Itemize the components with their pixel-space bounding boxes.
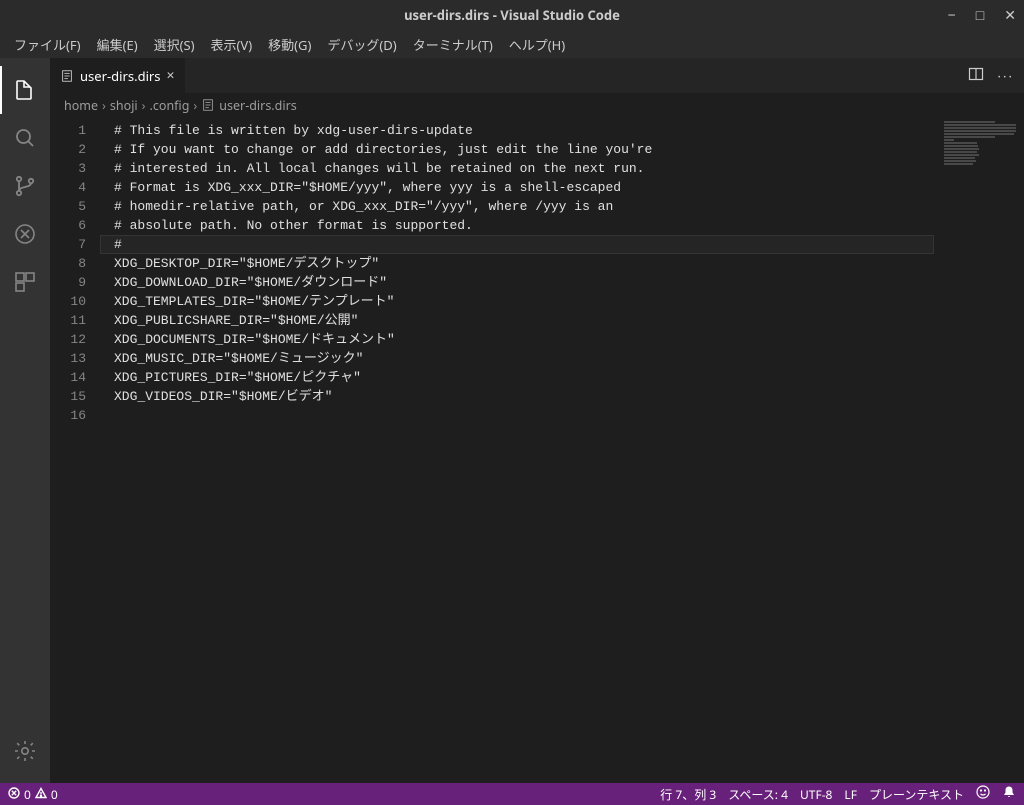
activity-source-control[interactable]	[0, 162, 50, 210]
crumb-home[interactable]: home	[64, 97, 98, 114]
window-title: user-dirs.dirs - Visual Studio Code	[404, 6, 620, 24]
files-icon	[13, 78, 37, 102]
split-editor-icon[interactable]	[968, 66, 984, 86]
code-line[interactable]: # absolute path. No other format is supp…	[100, 216, 934, 235]
bell-icon	[1002, 785, 1016, 803]
more-actions-icon[interactable]: ···	[998, 67, 1014, 85]
workspace: user-dirs.dirs × ··· home › shoji › .con…	[0, 58, 1024, 783]
line-number: 4	[50, 178, 86, 197]
menubar: ファイル(F) 編集(E) 選択(S) 表示(V) 移動(G) デバッグ(D) …	[0, 30, 1024, 58]
line-number: 7	[50, 235, 86, 254]
status-indent[interactable]: スペース: 4	[728, 786, 788, 803]
line-number: 3	[50, 159, 86, 178]
code-line[interactable]: XDG_VIDEOS_DIR="$HOME/ビデオ"	[100, 387, 934, 406]
code-line[interactable]	[100, 406, 934, 425]
warning-icon	[35, 786, 47, 803]
minimap[interactable]	[934, 117, 1024, 783]
tab-actions: ···	[958, 66, 1024, 86]
code-line[interactable]: XDG_PICTURES_DIR="$HOME/ピクチャ"	[100, 368, 934, 387]
code-line[interactable]: # interested in. All local changes will …	[100, 159, 934, 178]
line-number: 11	[50, 311, 86, 330]
code-line[interactable]: XDG_DOWNLOAD_DIR="$HOME/ダウンロード"	[100, 273, 934, 292]
status-language[interactable]: プレーンテキスト	[869, 786, 964, 803]
code-line[interactable]: # homedir-relative path, or XDG_xxx_DIR=…	[100, 197, 934, 216]
code-line[interactable]: XDG_DESKTOP_DIR="$HOME/デスクトップ"	[100, 254, 934, 273]
file-icon	[201, 98, 215, 112]
maximize-icon[interactable]: □	[976, 6, 984, 25]
line-number: 1	[50, 121, 86, 140]
breadcrumb: home › shoji › .config › user-dirs.dirs	[50, 93, 1024, 117]
crumb-file[interactable]: user-dirs.dirs	[201, 97, 296, 114]
code-line[interactable]: XDG_PUBLICSHARE_DIR="$HOME/公開"	[100, 311, 934, 330]
crumb-config[interactable]: .config	[150, 97, 190, 114]
line-number: 16	[50, 406, 86, 425]
menu-edit[interactable]: 編集(E)	[89, 31, 146, 58]
menu-selection[interactable]: 選択(S)	[146, 31, 203, 58]
menu-file[interactable]: ファイル(F)	[6, 31, 89, 58]
line-number: 12	[50, 330, 86, 349]
line-number-gutter: 12345678910111213141516	[50, 117, 100, 783]
chevron-right-icon: ›	[193, 97, 197, 114]
line-number: 6	[50, 216, 86, 235]
code-line[interactable]: # This file is written by xdg-user-dirs-…	[100, 121, 934, 140]
branch-icon	[13, 174, 37, 198]
code-line[interactable]: # Format is XDG_xxx_DIR="$HOME/yyy", whe…	[100, 178, 934, 197]
line-number: 13	[50, 349, 86, 368]
menu-help[interactable]: ヘルプ(H)	[501, 31, 573, 58]
search-icon	[13, 126, 37, 150]
code-line[interactable]: XDG_MUSIC_DIR="$HOME/ミュージック"	[100, 349, 934, 368]
code-content[interactable]: # This file is written by xdg-user-dirs-…	[100, 117, 934, 783]
status-encoding[interactable]: UTF-8	[800, 786, 832, 803]
window-controls: − □ ✕	[948, 6, 1016, 25]
code-line[interactable]: XDG_TEMPLATES_DIR="$HOME/テンプレート"	[100, 292, 934, 311]
minimize-icon[interactable]: −	[948, 6, 956, 25]
chevron-right-icon: ›	[142, 97, 146, 114]
status-notifications[interactable]	[1002, 785, 1016, 803]
status-feedback[interactable]	[976, 785, 990, 803]
editor-area: user-dirs.dirs × ··· home › shoji › .con…	[50, 58, 1024, 783]
crumb-shoji[interactable]: shoji	[110, 97, 138, 114]
tab-label: user-dirs.dirs	[80, 67, 161, 85]
line-number: 14	[50, 368, 86, 387]
menu-terminal[interactable]: ターミナル(T)	[405, 31, 501, 58]
line-number: 10	[50, 292, 86, 311]
bug-icon	[13, 222, 37, 246]
warning-count: 0	[51, 786, 58, 803]
tab-bar: user-dirs.dirs × ···	[50, 58, 1024, 93]
status-eol[interactable]: LF	[844, 786, 857, 803]
file-icon	[60, 69, 74, 83]
menu-go[interactable]: 移動(G)	[260, 31, 319, 58]
activity-explorer[interactable]	[0, 66, 50, 114]
close-icon[interactable]: ✕	[1004, 6, 1016, 25]
menu-debug[interactable]: デバッグ(D)	[319, 31, 404, 58]
status-problems[interactable]: 0 0	[8, 786, 58, 803]
error-count: 0	[24, 786, 31, 803]
activity-settings[interactable]	[0, 727, 50, 775]
titlebar: user-dirs.dirs - Visual Studio Code − □ …	[0, 0, 1024, 30]
line-number: 8	[50, 254, 86, 273]
extensions-icon	[13, 270, 37, 294]
chevron-right-icon: ›	[102, 97, 106, 114]
smiley-icon	[976, 785, 990, 803]
tab-user-dirs[interactable]: user-dirs.dirs ×	[50, 58, 185, 93]
code-line[interactable]: # If you want to change or add directori…	[100, 140, 934, 159]
activity-bar	[0, 58, 50, 783]
status-bar: 0 0 行 7、列 3 スペース: 4 UTF-8 LF プレーンテキスト	[0, 783, 1024, 805]
activity-extensions[interactable]	[0, 258, 50, 306]
code-line[interactable]: #	[100, 235, 934, 254]
line-number: 5	[50, 197, 86, 216]
code-line[interactable]: XDG_DOCUMENTS_DIR="$HOME/ドキュメント"	[100, 330, 934, 349]
status-cursor[interactable]: 行 7、列 3	[660, 786, 716, 803]
line-number: 2	[50, 140, 86, 159]
line-number: 15	[50, 387, 86, 406]
editor-body[interactable]: 12345678910111213141516 # This file is w…	[50, 117, 1024, 783]
tab-close-icon[interactable]: ×	[167, 66, 175, 85]
activity-debug[interactable]	[0, 210, 50, 258]
gear-icon	[13, 739, 37, 763]
activity-search[interactable]	[0, 114, 50, 162]
line-number: 9	[50, 273, 86, 292]
menu-view[interactable]: 表示(V)	[203, 31, 261, 58]
error-icon	[8, 786, 20, 803]
